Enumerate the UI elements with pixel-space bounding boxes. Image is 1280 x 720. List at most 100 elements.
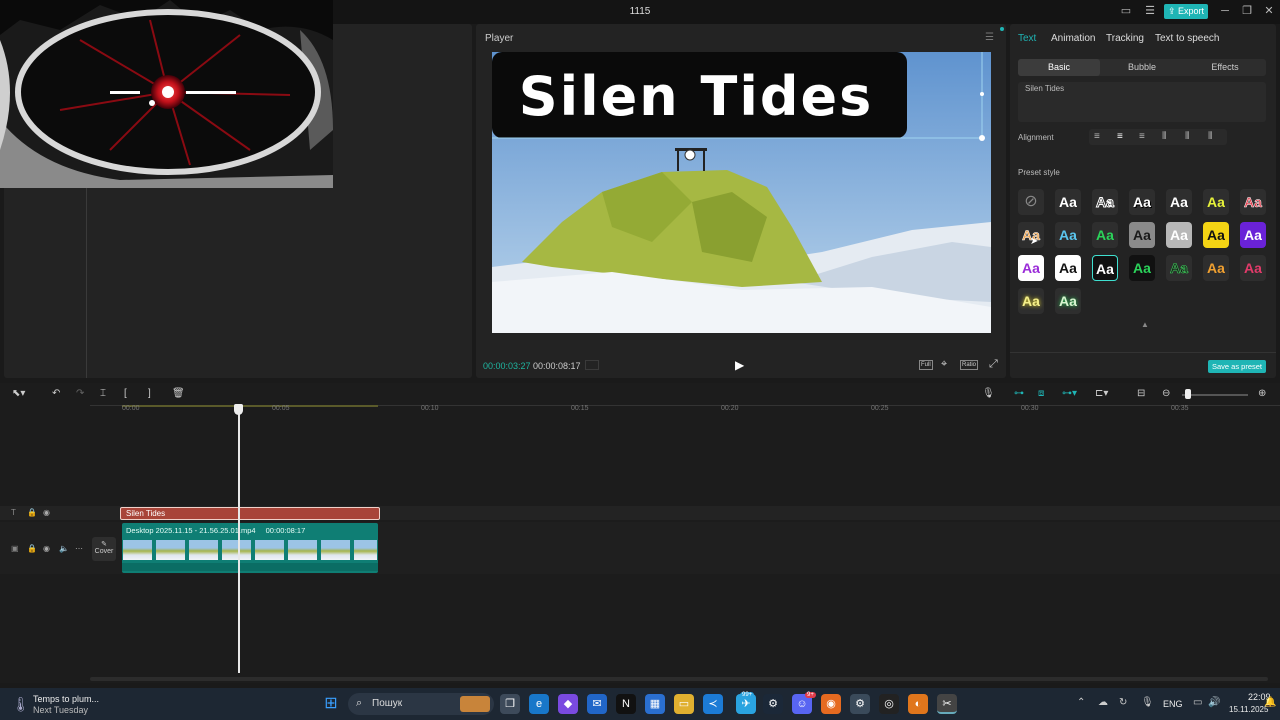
copilot-icon[interactable]: ◆ (558, 694, 578, 714)
redo-icon[interactable]: ↷ (76, 388, 84, 399)
audio-icon[interactable]: 🔈 (59, 544, 69, 553)
tray-chevron-icon[interactable]: ⌃ (1077, 697, 1085, 708)
task-view-icon[interactable]: ❐ (500, 694, 520, 714)
more-icon[interactable]: ⋯ (75, 544, 83, 553)
zoom-slider-handle[interactable] (1185, 389, 1191, 399)
menu-icon[interactable]: ☰ (1143, 5, 1157, 17)
preset-style-9[interactable]: Aa (1092, 222, 1118, 248)
lock-icon[interactable]: 🔒 (27, 508, 37, 517)
language-indicator[interactable]: ENG (1163, 699, 1183, 709)
video-preview[interactable]: Silen Tides (492, 52, 991, 333)
steam-icon[interactable]: ⚙ (763, 694, 783, 714)
cover-button[interactable]: ✎ Cover (92, 537, 116, 561)
undo-icon[interactable]: ↶ (52, 388, 60, 399)
player-menu-icon[interactable]: ☰ (985, 32, 997, 43)
tab-text-to-speech[interactable]: Text to speech (1155, 33, 1219, 44)
timeline-scrollbar[interactable] (90, 677, 1268, 681)
preview-axis-icon[interactable]: ⊏▾ (1095, 388, 1108, 399)
split-right-icon[interactable]: ] (148, 388, 151, 399)
obs-icon[interactable]: ◎ (879, 694, 899, 714)
tab-text[interactable]: Text (1018, 33, 1036, 44)
auto-snap-icon[interactable]: ⧈ (1038, 388, 1044, 399)
blender-icon[interactable]: ◐ (908, 694, 928, 714)
snapshot-icon[interactable]: ⌖ (941, 358, 947, 371)
subtab-basic[interactable]: Basic (1018, 59, 1100, 76)
capcut-icon[interactable]: ✂ (937, 694, 957, 714)
microphone-icon[interactable]: 🎙 (982, 388, 995, 399)
preset-style-17[interactable]: Aa (1129, 255, 1155, 281)
volume-icon[interactable]: 🔊 (1208, 697, 1220, 708)
fit-timeline-icon[interactable]: ⊟ (1137, 388, 1145, 399)
notion-icon[interactable]: N (616, 694, 636, 714)
preset-style-10[interactable]: Aa (1129, 222, 1155, 248)
firefox-icon[interactable]: ◉ (821, 694, 841, 714)
tab-tracking[interactable]: Tracking (1106, 33, 1144, 44)
outlook-icon[interactable]: ✉ (587, 694, 607, 714)
main-track-magnet-icon[interactable]: ⊶ (1014, 388, 1024, 399)
zoom-in-icon[interactable]: ⊕ (1258, 388, 1266, 399)
minimize-icon[interactable]: ─ (1218, 5, 1232, 17)
weather-icon[interactable]: 🌡 (12, 696, 30, 713)
maximize-icon[interactable]: ❐ (1240, 5, 1254, 17)
playhead-handle[interactable] (234, 404, 243, 415)
preset-style-8[interactable]: Aa (1055, 222, 1081, 248)
preset-style-13[interactable]: Aa (1240, 222, 1266, 248)
fullscreen-icon[interactable]: ⤢ (989, 358, 998, 371)
preset-style-19[interactable]: Aa (1203, 255, 1229, 281)
tab-animation[interactable]: Animation (1051, 33, 1095, 44)
subtab-effects[interactable]: Effects (1184, 59, 1266, 76)
preset-style-21[interactable]: Aa (1018, 288, 1044, 314)
zoom-slider-track[interactable] (1182, 394, 1248, 396)
notification-title[interactable]: Temps to plum... (33, 694, 99, 704)
zoom-out-icon[interactable]: ⊖ (1162, 388, 1170, 399)
preset-style-5[interactable]: Aa (1203, 189, 1229, 215)
linkage-icon[interactable]: ⊶▾ (1062, 388, 1077, 399)
file-explorer-icon[interactable]: ▭ (674, 694, 694, 714)
eye-icon[interactable]: ◉ (43, 508, 50, 517)
playhead[interactable] (238, 405, 240, 673)
start-icon[interactable]: ⊞ (321, 694, 341, 714)
sync-icon[interactable]: ↻ (1119, 697, 1127, 708)
align-justify-icon[interactable]: ⦀ (1162, 131, 1166, 142)
onedrive-icon[interactable]: ☁ (1098, 697, 1108, 708)
ratio-button[interactable]: Ratio (960, 360, 979, 370)
preset-style-20[interactable]: Aa (1240, 255, 1266, 281)
play-icon[interactable]: ▶ (735, 358, 744, 372)
select-tool-icon[interactable]: ⬉▾ (12, 388, 25, 399)
settings-icon[interactable]: ⚙ (850, 694, 870, 714)
timeline-sync-icon[interactable] (585, 360, 599, 370)
preset-style-14[interactable]: Aa (1018, 255, 1044, 281)
collapse-icon[interactable]: ▲ (1141, 320, 1149, 329)
preset-style-11[interactable]: Aa (1166, 222, 1192, 248)
delete-icon[interactable]: 🗑 (172, 388, 185, 399)
preset-style-15[interactable]: Aa (1055, 255, 1081, 281)
store-icon[interactable]: ▦ (645, 694, 665, 714)
preset-style-1[interactable]: Aa (1055, 189, 1081, 215)
save-as-preset-button[interactable]: Save as preset (1208, 360, 1266, 373)
preset-style-16[interactable]: Aa (1092, 255, 1118, 281)
network-icon[interactable]: ▭ (1193, 697, 1202, 708)
align-left-icon[interactable]: ≡ (1094, 131, 1100, 142)
preset-style-18[interactable]: Aa (1166, 255, 1192, 281)
eye-icon[interactable]: ◉ (43, 544, 50, 553)
align-bottom-icon[interactable]: ⦀ (1208, 131, 1212, 142)
split-icon[interactable]: ⌶ (100, 388, 106, 399)
preset-style-4[interactable]: Aa (1166, 189, 1192, 215)
preset-style-6[interactable]: Aa (1240, 189, 1266, 215)
mic-tray-icon[interactable]: 🎙 (1141, 697, 1154, 708)
preset-none-icon[interactable]: ⊘ (1018, 189, 1044, 215)
align-center-icon[interactable]: ≡ (1117, 131, 1123, 142)
full-button[interactable]: Full (919, 360, 933, 370)
preset-style-3[interactable]: Aa (1129, 189, 1155, 215)
edge-icon[interactable]: e (529, 694, 549, 714)
close-icon[interactable]: ✕ (1262, 5, 1276, 17)
align-vertical-icon[interactable]: ⦀ (1185, 131, 1189, 142)
notification-bell-icon[interactable]: 🔔 (1264, 697, 1276, 708)
layout-icon[interactable]: ▭ (1119, 5, 1133, 17)
preset-style-12[interactable]: Aa (1203, 222, 1229, 248)
text-clip[interactable]: Silen Tides (120, 507, 380, 520)
export-button[interactable]: ⇪ Export (1164, 4, 1208, 19)
split-left-icon[interactable]: [ (124, 388, 127, 399)
preset-style-2[interactable]: Aa (1092, 189, 1118, 215)
align-right-icon[interactable]: ≡ (1139, 131, 1145, 142)
